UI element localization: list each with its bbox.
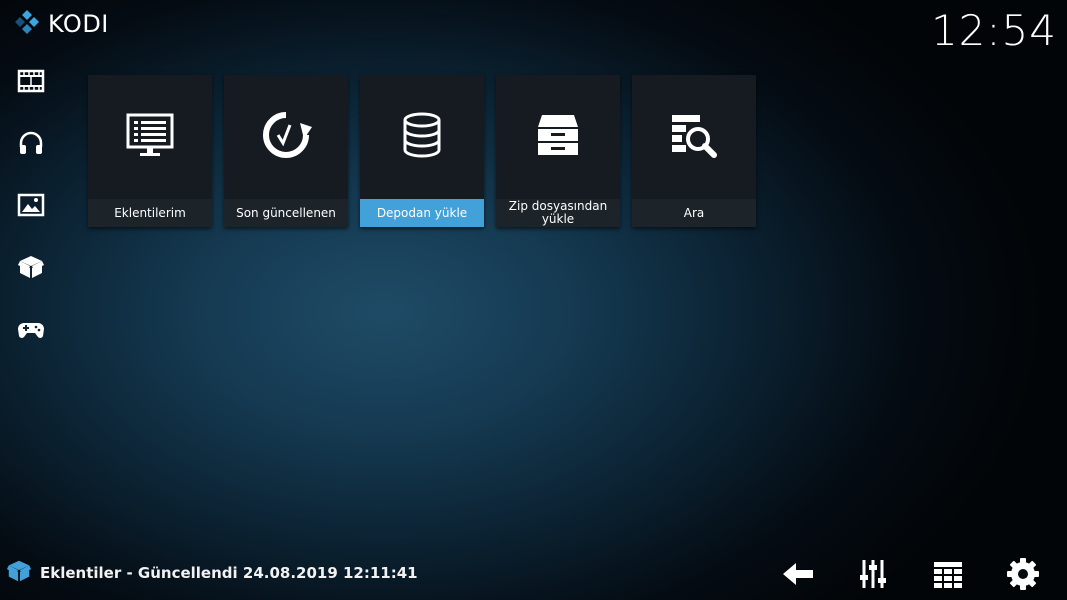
sidebar-item-movies[interactable] xyxy=(14,64,48,98)
search-icon xyxy=(672,115,717,158)
tile-label: Zip dosyasından yükle xyxy=(496,199,620,227)
database-icon xyxy=(403,112,441,158)
sidebar-item-pictures[interactable] xyxy=(14,188,48,222)
monitor-list-icon xyxy=(126,113,174,156)
tile-label: Ara xyxy=(632,199,756,227)
gamepad-icon xyxy=(18,323,44,338)
tile-install-from-zip[interactable]: Zip dosyasından yükle xyxy=(496,75,620,227)
grid-view-icon xyxy=(934,562,962,588)
archive-box-icon xyxy=(538,115,578,155)
kodi-logo-icon xyxy=(15,10,39,34)
addon-category-tiles: Eklentilerim Son güncellenen Depodan yük… xyxy=(88,75,756,227)
tile-my-addons[interactable]: Eklentilerim xyxy=(88,75,212,227)
sidebar-item-games[interactable] xyxy=(14,312,48,346)
status-bar: Eklentiler - Güncellendi 24.08.2019 12:1… xyxy=(6,558,418,588)
back-arrow-icon xyxy=(783,563,813,585)
sidebar-item-addons[interactable] xyxy=(14,250,48,284)
view-button[interactable] xyxy=(928,554,968,594)
kodi-logo: KODI xyxy=(12,8,109,40)
addons-box-icon xyxy=(6,560,32,582)
tile-label: Depodan yükle xyxy=(360,199,484,227)
sidebar-item-music[interactable] xyxy=(14,126,48,160)
addons-box-icon xyxy=(18,256,44,278)
tile-install-from-repository[interactable]: Depodan yükle xyxy=(360,75,484,227)
settings-button[interactable] xyxy=(1003,554,1043,594)
settings-gear-icon xyxy=(1007,558,1039,590)
options-button[interactable] xyxy=(853,554,893,594)
sliders-icon xyxy=(860,560,886,588)
brand-name: KODI xyxy=(48,10,109,38)
headphones-icon xyxy=(19,131,43,154)
tile-recently-updated[interactable]: Son güncellenen xyxy=(224,75,348,227)
tile-label: Eklentilerim xyxy=(88,199,212,227)
tile-label: Son güncellenen xyxy=(224,199,348,227)
refresh-icon xyxy=(263,112,312,158)
back-button[interactable] xyxy=(778,554,818,594)
tile-search[interactable]: Ara xyxy=(632,75,756,227)
pictures-icon xyxy=(17,193,45,217)
film-icon xyxy=(17,69,45,93)
clock: 12:54 xyxy=(930,6,1057,55)
status-text: Eklentiler - Güncellendi 24.08.2019 12:1… xyxy=(40,564,418,582)
